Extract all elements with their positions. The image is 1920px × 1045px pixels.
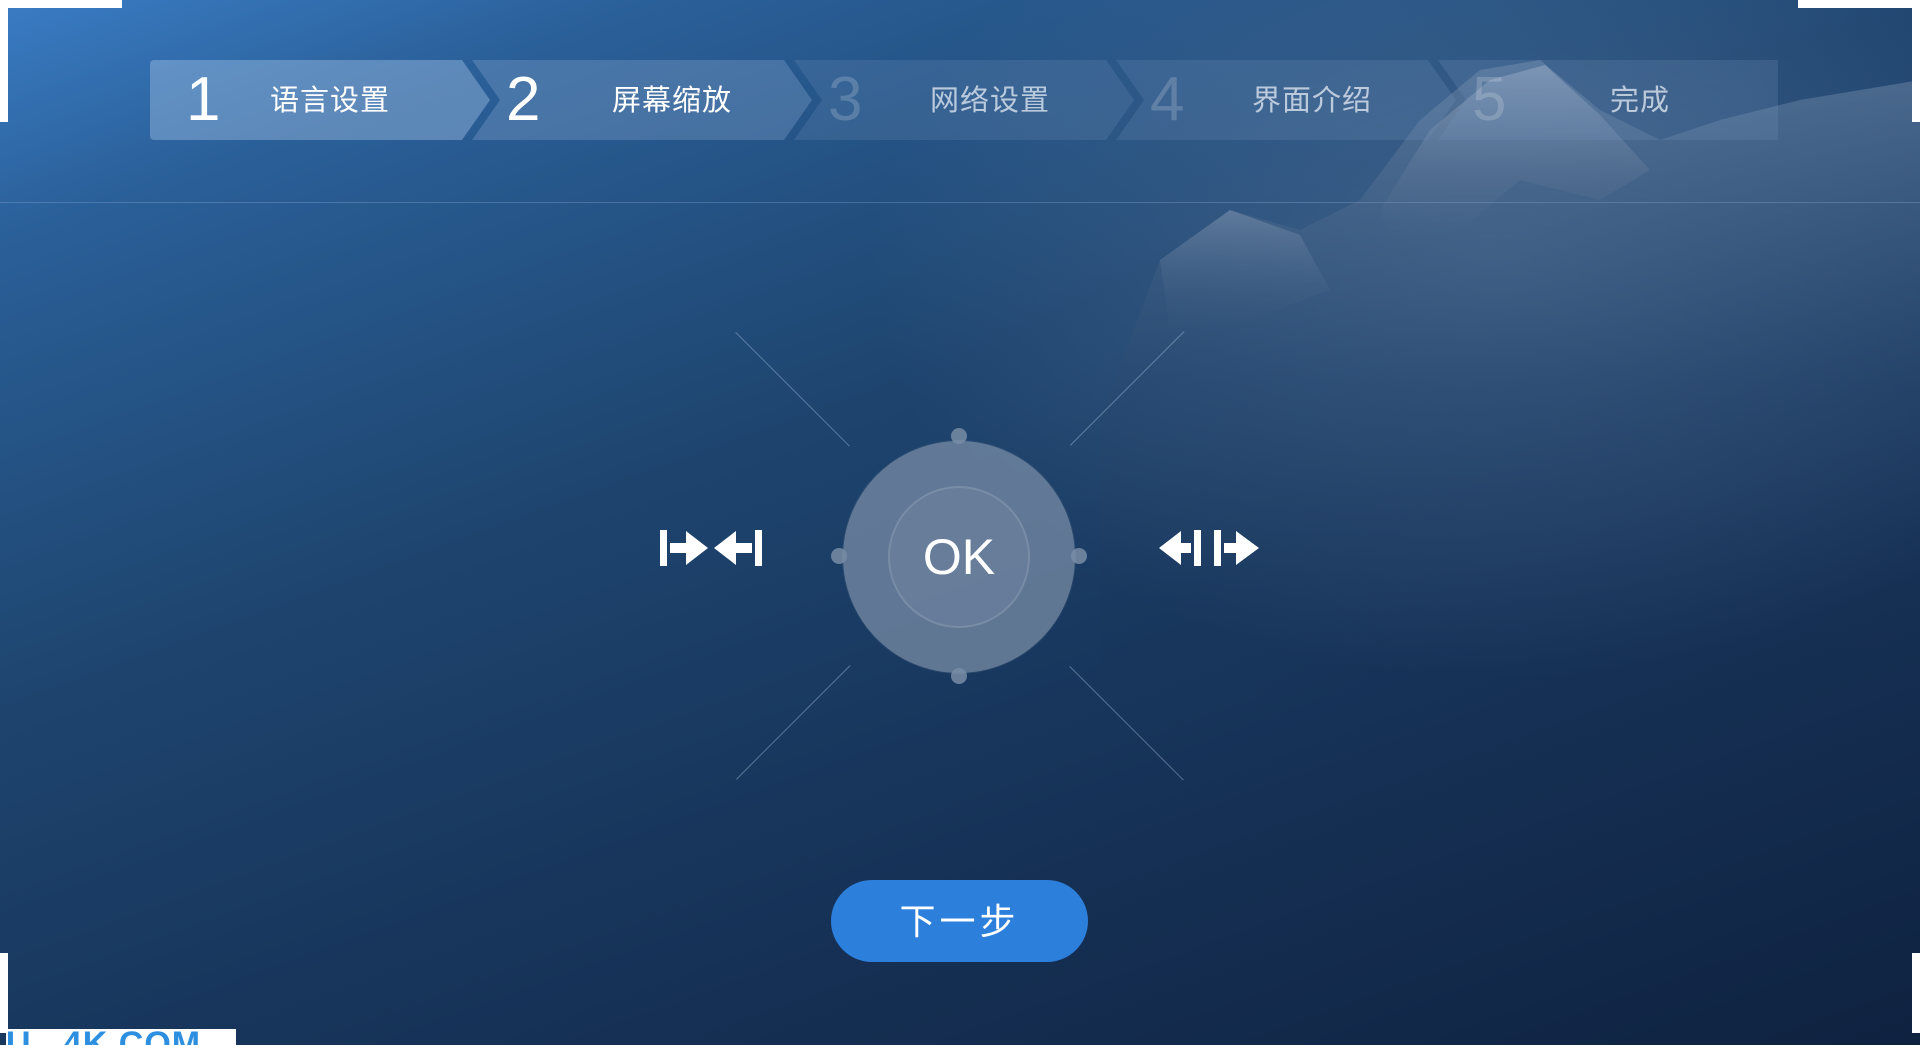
step-label: 语言设置 xyxy=(270,83,391,117)
corner-mark-bottom-right xyxy=(1912,953,1920,1033)
step-number: 5 xyxy=(1472,65,1507,134)
step-label: 完成 xyxy=(1610,83,1671,117)
corner-mark-top-left xyxy=(0,0,122,8)
step-number: 2 xyxy=(506,65,541,134)
guide-line-bottom-left xyxy=(736,665,851,780)
ok-label: OK xyxy=(922,529,996,585)
watermark: U...4K.COM xyxy=(6,1029,236,1045)
arrows-outward-icon[interactable] xyxy=(1157,527,1261,569)
step-label: 屏幕缩放 xyxy=(612,83,733,117)
step-number: 4 xyxy=(1150,65,1185,134)
step-label: 网络设置 xyxy=(930,83,1051,117)
step-number: 3 xyxy=(828,65,863,134)
step-label: 界面介绍 xyxy=(1252,83,1373,117)
setup-steps-bar: 1 语言设置 2 屏幕缩放 3 网络设置 4 界面介绍 5 完成 xyxy=(150,60,1778,140)
next-step-button[interactable]: 下一步 xyxy=(831,880,1088,962)
step-number: 1 xyxy=(186,65,221,134)
corner-mark-top-right xyxy=(1798,0,1920,8)
step-finish[interactable]: 5 完成 xyxy=(1438,60,1778,140)
setup-wizard-screen: 1 语言设置 2 屏幕缩放 3 网络设置 4 界面介绍 5 完成 OK 下一步 xyxy=(0,0,1920,1045)
corner-mark-top-left-vertical xyxy=(0,0,8,122)
ok-button[interactable]: OK xyxy=(888,486,1030,628)
guide-line-bottom-right xyxy=(1069,666,1184,781)
step-screen-zoom[interactable]: 2 屏幕缩放 xyxy=(472,60,812,140)
zoom-dial: OK xyxy=(843,441,1075,673)
step-network-settings[interactable]: 3 网络设置 xyxy=(794,60,1134,140)
corner-mark-bottom-left xyxy=(0,953,8,1033)
guide-line-top-left xyxy=(735,332,850,447)
arrows-inward-icon[interactable] xyxy=(658,527,764,569)
corner-mark-top-right-vertical xyxy=(1912,0,1920,122)
step-interface-intro[interactable]: 4 界面介绍 xyxy=(1116,60,1456,140)
header-divider xyxy=(0,202,1920,203)
watermark-text: U...4K.COM xyxy=(6,1029,236,1045)
step-language-settings[interactable]: 1 语言设置 xyxy=(150,60,490,140)
guide-line-top-right xyxy=(1070,331,1185,446)
